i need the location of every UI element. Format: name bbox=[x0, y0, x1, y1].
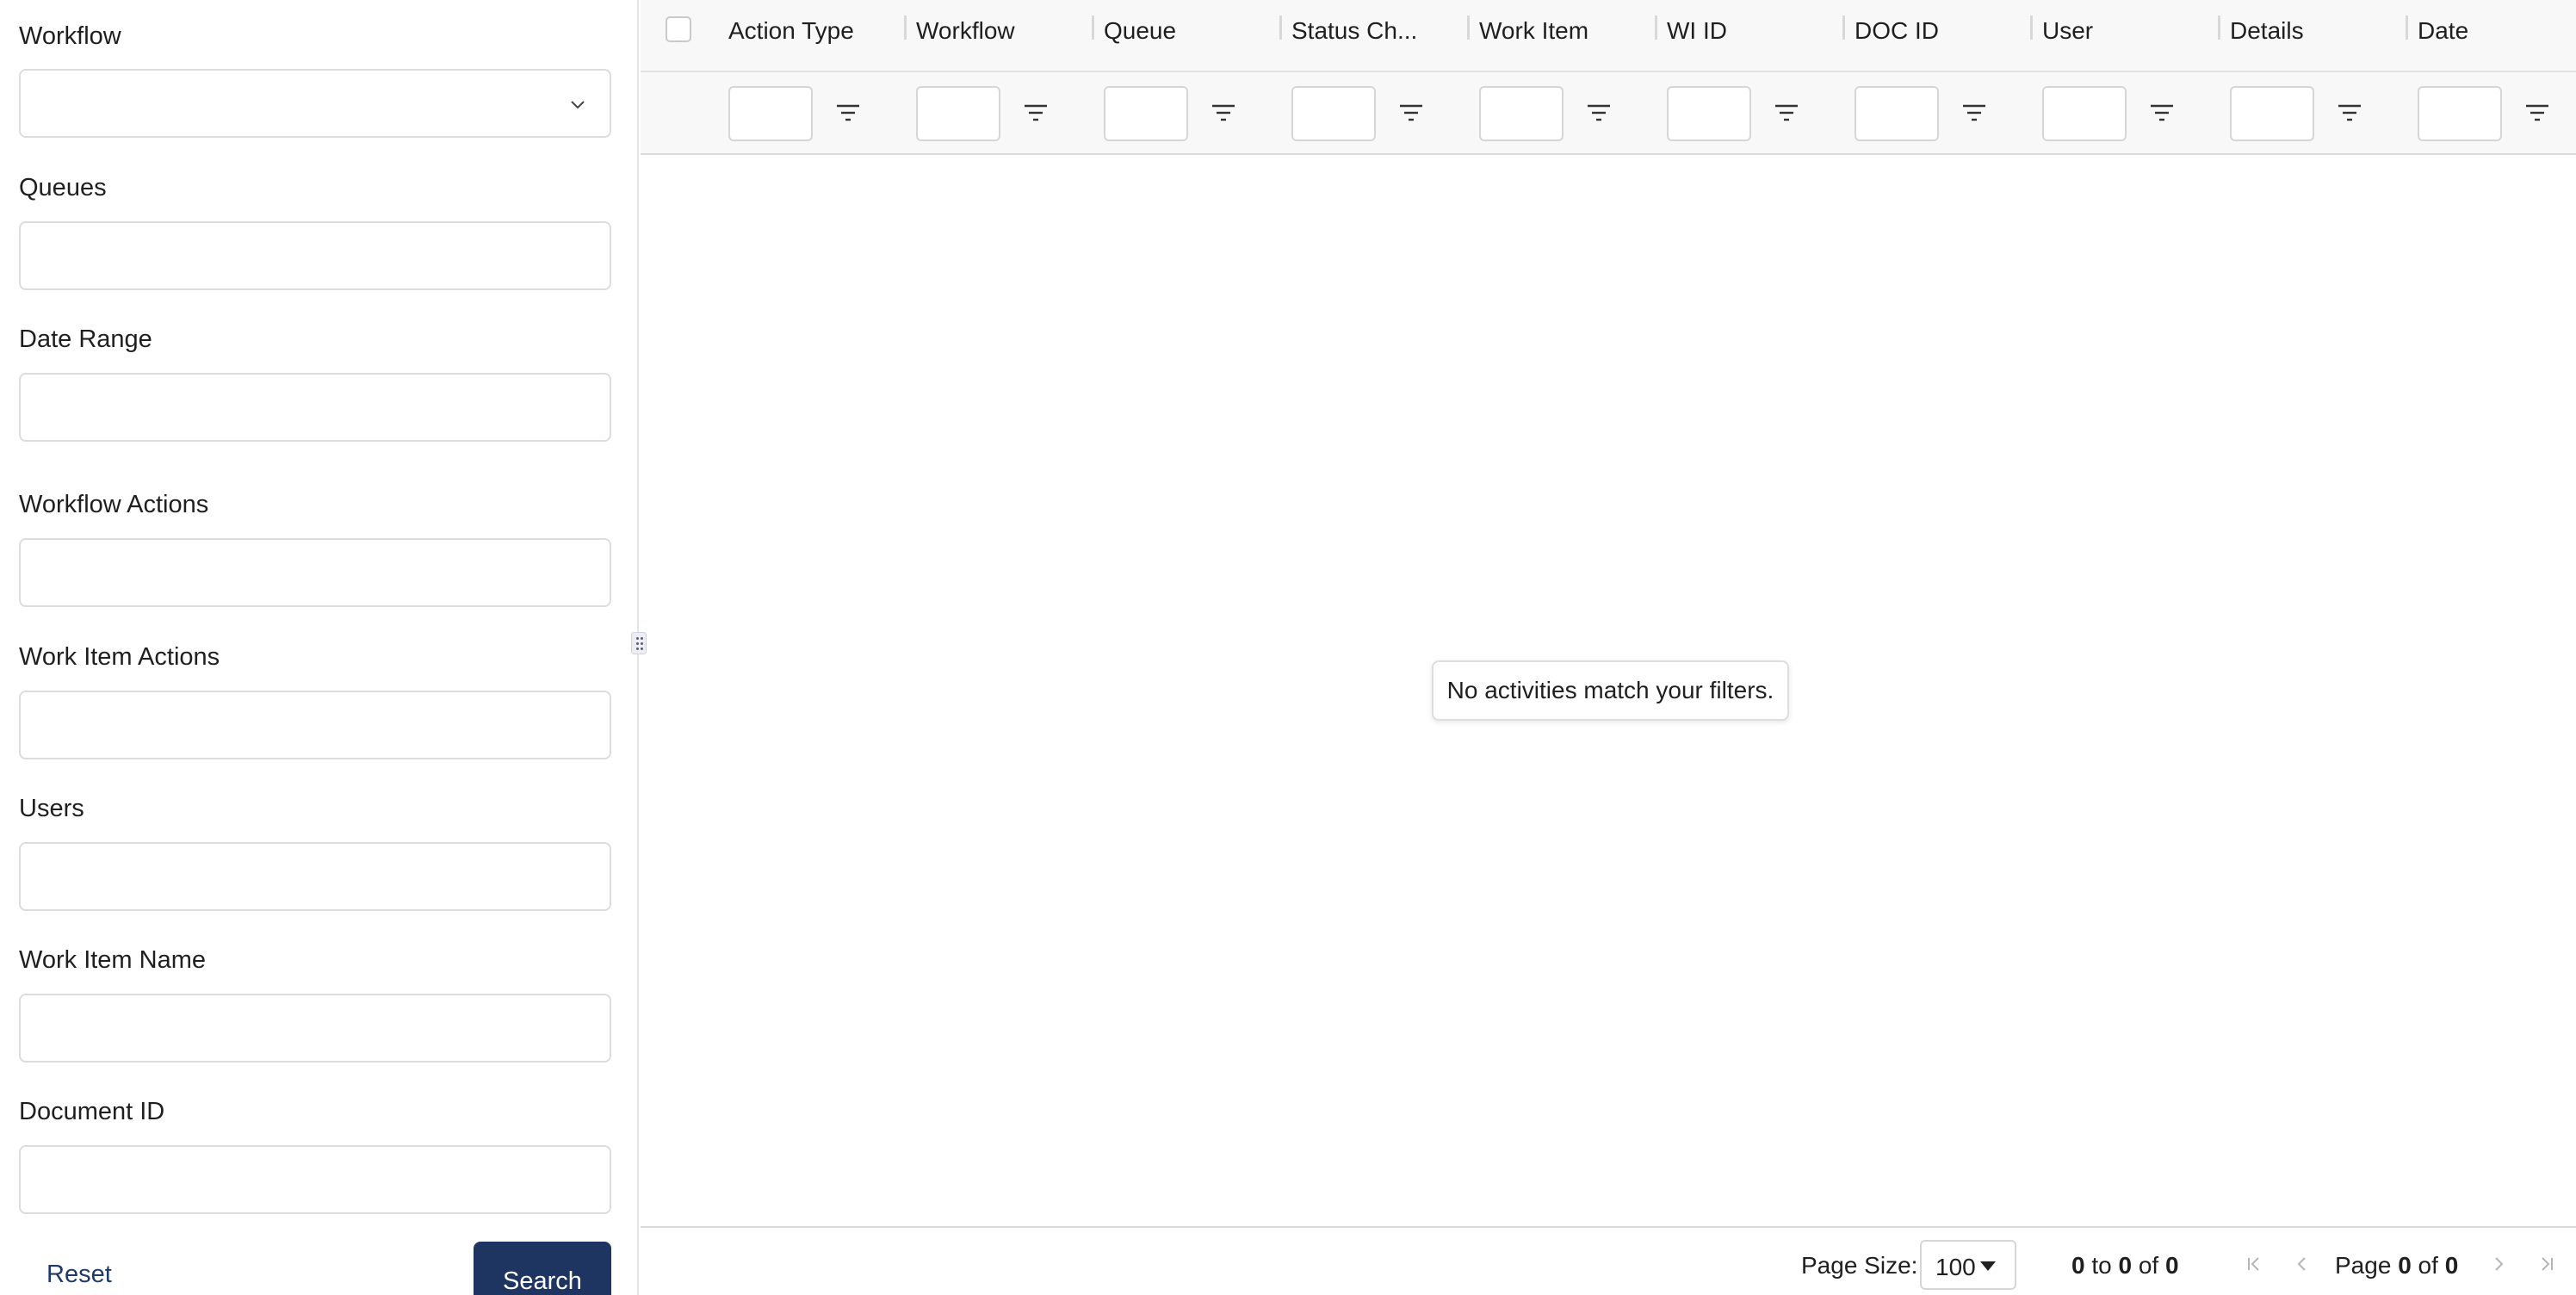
workflow-select[interactable] bbox=[19, 69, 611, 138]
filter-lines-icon[interactable] bbox=[1961, 102, 1987, 124]
last-page-icon[interactable] bbox=[2536, 1254, 2557, 1274]
previous-page-icon[interactable] bbox=[2292, 1254, 2313, 1274]
work-item-actions-label: Work Item Actions bbox=[19, 643, 220, 671]
column-header-col-3[interactable]: Status Ch... bbox=[1291, 17, 1417, 45]
page-size-label: Page Size: bbox=[1801, 1252, 1918, 1279]
column-header-col-4[interactable]: Work Item bbox=[1479, 17, 1588, 45]
column-filter-input[interactable] bbox=[1855, 86, 1939, 141]
queues-label: Queues bbox=[19, 174, 107, 201]
filter-lines-icon[interactable] bbox=[1398, 102, 1424, 124]
document-id-label: Document ID bbox=[19, 1098, 165, 1125]
column-filter-input[interactable] bbox=[2230, 86, 2314, 141]
column-filter-input[interactable] bbox=[916, 86, 1000, 141]
range-to: 0 bbox=[2118, 1252, 2133, 1279]
column-filter-input[interactable] bbox=[728, 86, 813, 141]
empty-state-message: No activities match your filters. bbox=[1432, 660, 1789, 721]
page-word: Page bbox=[2335, 1252, 2392, 1279]
column-resize-handle[interactable] bbox=[904, 15, 907, 40]
column-resize-handle[interactable] bbox=[2406, 15, 2408, 40]
column-filter-input[interactable] bbox=[2042, 86, 2127, 141]
column-header-col-6[interactable]: DOC ID bbox=[1855, 17, 1939, 45]
caret-down-icon bbox=[1980, 1261, 1996, 1271]
users-label: Users bbox=[19, 795, 84, 822]
page-total: 0 bbox=[2444, 1252, 2459, 1279]
chevron-down-icon bbox=[571, 101, 585, 109]
activity-grid: Action Type Workflow Queue Status Ch... Work… bbox=[641, 0, 2576, 1295]
filter-lines-icon[interactable] bbox=[2524, 102, 2550, 124]
column-header-col-0[interactable]: Action Type bbox=[728, 17, 854, 45]
filter-lines-icon[interactable] bbox=[1586, 102, 1612, 124]
column-header-col-8[interactable]: Details bbox=[2230, 17, 2304, 45]
users-input[interactable] bbox=[19, 842, 611, 911]
column-resize-handle[interactable] bbox=[1092, 15, 1094, 40]
column-filter-input[interactable] bbox=[1104, 86, 1188, 141]
column-filter-input[interactable] bbox=[1291, 86, 1376, 141]
work-item-actions-input[interactable] bbox=[19, 691, 611, 759]
column-header-col-9[interactable]: Date bbox=[2418, 17, 2468, 45]
column-filter-input[interactable] bbox=[1667, 86, 1751, 141]
queues-input[interactable] bbox=[19, 221, 611, 290]
column-resize-handle[interactable] bbox=[1467, 15, 1470, 40]
workflow-actions-input[interactable] bbox=[19, 538, 611, 607]
filter-lines-icon[interactable] bbox=[835, 102, 861, 124]
range-to-word: to bbox=[2091, 1252, 2112, 1279]
column-header-col-1[interactable]: Workflow bbox=[916, 17, 1015, 45]
first-page-icon[interactable] bbox=[2244, 1254, 2264, 1274]
column-filter-input[interactable] bbox=[2418, 86, 2502, 141]
date-range-label: Date Range bbox=[19, 325, 152, 353]
column-header-col-5[interactable]: WI ID bbox=[1667, 17, 1727, 45]
filter-lines-icon[interactable] bbox=[1211, 102, 1236, 124]
date-range-input[interactable] bbox=[19, 373, 611, 442]
work-item-name-label: Work Item Name bbox=[19, 946, 207, 974]
search-button[interactable]: Search bbox=[474, 1242, 611, 1295]
document-id-input[interactable] bbox=[19, 1145, 611, 1214]
next-page-icon[interactable] bbox=[2488, 1254, 2509, 1274]
range-of-word: of bbox=[2138, 1252, 2159, 1279]
column-resize-handle[interactable] bbox=[1279, 15, 1282, 40]
column-resize-handle[interactable] bbox=[1655, 15, 1657, 40]
range-from: 0 bbox=[2071, 1252, 2085, 1279]
filter-panel: Workflow Queues Date Range Workflow Acti… bbox=[0, 0, 639, 1295]
workflow-label: Workflow bbox=[19, 22, 121, 50]
column-header-col-7[interactable]: User bbox=[2042, 17, 2093, 45]
column-filter-input[interactable] bbox=[1479, 86, 1564, 141]
reset-button[interactable]: Reset bbox=[46, 1261, 112, 1289]
page-size-select[interactable]: 100 bbox=[1920, 1240, 2016, 1290]
column-resize-handle[interactable] bbox=[1842, 15, 1845, 40]
select-all-checkbox[interactable] bbox=[666, 16, 691, 42]
filter-lines-icon[interactable] bbox=[2149, 102, 2175, 124]
filter-lines-icon[interactable] bbox=[2337, 102, 2362, 124]
range-total: 0 bbox=[2165, 1252, 2179, 1279]
pagination-bar: Page Size: 100 0 to 0 of 0 Page 0 of 0 bbox=[641, 1226, 2576, 1295]
page-current: 0 bbox=[2398, 1252, 2412, 1279]
grid-filter-row bbox=[641, 72, 2576, 155]
filter-lines-icon[interactable] bbox=[1774, 102, 1799, 124]
column-header-col-2[interactable]: Queue bbox=[1104, 17, 1176, 45]
column-resize-handle[interactable] bbox=[2030, 15, 2033, 40]
page-indicator: Page 0 of 0 bbox=[2335, 1252, 2458, 1280]
work-item-name-input[interactable] bbox=[19, 994, 611, 1063]
grid-header-row: Action Type Workflow Queue Status Ch... Work… bbox=[641, 0, 2576, 72]
row-range-summary: 0 to 0 of 0 bbox=[2071, 1252, 2179, 1280]
page-of-word: of bbox=[2418, 1252, 2438, 1279]
page-size-value: 100 bbox=[1935, 1254, 1976, 1280]
column-resize-handle[interactable] bbox=[2218, 15, 2220, 40]
filter-lines-icon[interactable] bbox=[1023, 102, 1049, 124]
workflow-actions-label: Workflow Actions bbox=[19, 491, 209, 518]
